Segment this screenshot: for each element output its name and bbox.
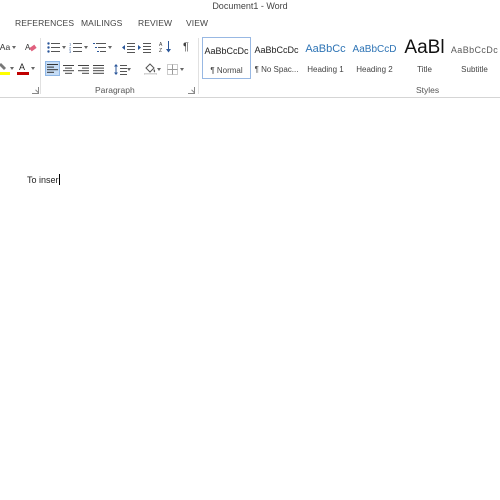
styles-gallery: AaBbCcDc ¶ Normal AaBbCcDc ¶ No Spac... …	[200, 37, 500, 83]
show-formatting-icon[interactable]: ¶	[179, 40, 193, 54]
line-spacing-icon[interactable]	[113, 62, 127, 76]
style-sample: AaBl	[404, 37, 445, 58]
bullets-dropdown-icon[interactable]	[62, 46, 66, 49]
style-name: ¶ No Spac...	[254, 65, 299, 74]
document-page[interactable]: To inser	[0, 99, 500, 500]
ribbon-tabs: REFERENCES MAILINGS REVIEW VIEW	[0, 14, 500, 34]
align-left-icon[interactable]	[45, 61, 60, 76]
svg-text:Z: Z	[159, 48, 162, 53]
numbering-dropdown-icon[interactable]	[84, 46, 88, 49]
document-text: To inser	[27, 175, 59, 185]
tab-view[interactable]: VIEW	[186, 18, 208, 28]
tab-review[interactable]: REVIEW	[138, 18, 172, 28]
increase-indent-icon[interactable]	[137, 40, 151, 54]
style-name: Subtitle	[461, 65, 488, 74]
style-heading-2[interactable]: AaBbCcD Heading 2	[350, 37, 399, 79]
style-no-spacing[interactable]: AaBbCcDc ¶ No Spac...	[252, 37, 301, 79]
paragraph-dialog-launcher-icon[interactable]	[188, 87, 195, 94]
text-cursor	[58, 174, 60, 185]
highlight-dropdown-icon[interactable]	[10, 67, 14, 70]
font-dialog-launcher-icon[interactable]	[32, 87, 39, 94]
numbering-icon[interactable]: 1 2 3	[68, 40, 82, 54]
style-sample: AaBbCcDc	[450, 45, 499, 55]
style-sample: AaBbCc	[305, 43, 346, 55]
style-name: Heading 1	[307, 65, 344, 74]
font-color-dropdown-icon[interactable]	[31, 67, 35, 70]
decrease-indent-icon[interactable]	[121, 40, 135, 54]
tab-mailings[interactable]: MAILINGS	[81, 18, 122, 28]
change-case-label: Aa	[0, 42, 11, 52]
group-divider	[40, 38, 41, 94]
style-subtitle[interactable]: AaBbCcDc Subtitle	[450, 37, 499, 79]
line-spacing-dropdown-icon[interactable]	[127, 68, 131, 71]
style-title[interactable]: AaBl Title	[400, 37, 449, 79]
style-normal[interactable]: AaBbCcDc ¶ Normal	[202, 37, 251, 79]
multilevel-dropdown-icon[interactable]	[108, 46, 112, 49]
clear-formatting-icon[interactable]: A	[24, 40, 38, 54]
sort-icon[interactable]: A Z	[158, 40, 172, 54]
borders-dropdown-icon[interactable]	[180, 68, 184, 71]
style-heading-1[interactable]: AaBbCc Heading 1	[301, 37, 350, 79]
group-divider	[198, 38, 199, 94]
tab-references[interactable]: REFERENCES	[15, 18, 74, 28]
style-name: ¶ Normal	[210, 66, 243, 75]
style-sample: AaBbCcDc	[254, 45, 299, 55]
paragraph-group-label: Paragraph	[95, 85, 135, 95]
borders-icon[interactable]	[165, 62, 179, 76]
bullets-icon[interactable]	[46, 40, 60, 54]
styles-group-label: Styles	[416, 85, 440, 95]
shading-dropdown-icon[interactable]	[157, 68, 161, 71]
title-bar: Document1 - Word	[0, 0, 500, 14]
style-name: Title	[417, 65, 432, 74]
shading-icon[interactable]	[143, 62, 157, 76]
window-title: Document1 - Word	[212, 1, 288, 11]
justify-icon[interactable]	[91, 62, 105, 76]
svg-text:A: A	[19, 62, 25, 72]
style-sample: AaBbCcDc	[204, 46, 249, 56]
svg-text:3: 3	[69, 49, 72, 53]
align-right-icon[interactable]	[76, 62, 90, 76]
change-case-dropdown-icon[interactable]	[12, 46, 16, 49]
svg-text:A: A	[25, 43, 31, 52]
multilevel-list-icon[interactable]	[92, 40, 106, 54]
align-center-icon[interactable]	[61, 62, 75, 76]
change-case-button[interactable]: Aa	[0, 40, 12, 54]
document-body[interactable]: To inser	[27, 174, 60, 185]
style-name: Heading 2	[356, 65, 393, 74]
font-color-icon[interactable]: A	[16, 61, 30, 75]
style-sample: AaBbCcD	[352, 44, 397, 55]
